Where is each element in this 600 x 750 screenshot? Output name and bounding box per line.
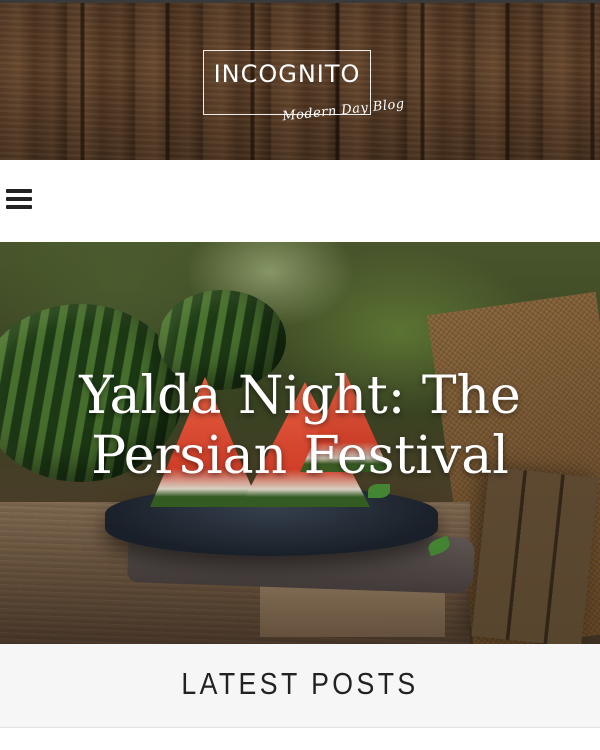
site-header: INCOGNITO Modern Day Blog: [0, 0, 600, 160]
logo-title: INCOGNITO: [213, 60, 361, 88]
hamburger-line: [6, 205, 32, 209]
hamburger-menu-icon[interactable]: [6, 187, 32, 209]
featured-post-hero[interactable]: Yalda Night: The Persian Festival: [0, 242, 600, 644]
hamburger-line: [6, 189, 32, 193]
latest-posts-heading: LATEST POSTS: [181, 666, 419, 701]
nav-bar: [0, 160, 600, 242]
featured-post-title[interactable]: Yalda Night: The Persian Festival: [40, 366, 560, 486]
latest-posts-section: LATEST POSTS: [0, 644, 600, 728]
hamburger-line: [6, 197, 32, 201]
